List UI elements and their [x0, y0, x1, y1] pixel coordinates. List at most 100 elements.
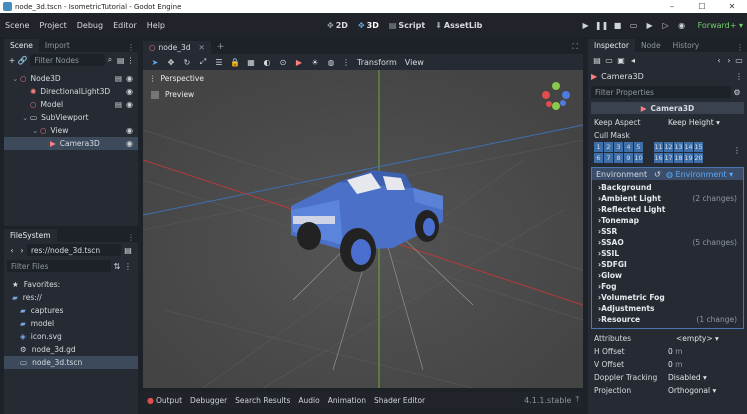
cull-layer-15[interactable]: 15	[694, 142, 703, 152]
expand-arrow-icon[interactable]: ⌄	[12, 74, 20, 83]
group-icon[interactable]: ▦	[243, 58, 259, 67]
env-section-4[interactable]: › SSR	[592, 226, 743, 237]
close-tab-icon[interactable]: ✕	[199, 43, 205, 52]
visibility-eye-icon[interactable]: ◉	[126, 126, 133, 135]
open-icon[interactable]: ▭	[603, 56, 615, 65]
link-icon[interactable]: 🔗	[17, 56, 29, 65]
cull-layer-8[interactable]: 8	[614, 153, 623, 163]
expand-icon[interactable]: ⤒	[575, 395, 579, 405]
tab-history[interactable]: History	[667, 39, 706, 52]
expand-arrow-icon[interactable]: ⌄	[22, 113, 30, 122]
tab-output[interactable]: Output	[156, 396, 182, 405]
back-icon[interactable]: ‹	[7, 246, 17, 255]
menu-dots-icon[interactable]: ⋮	[124, 233, 138, 242]
mode-script-button[interactable]: ▤ Script	[389, 21, 425, 30]
menu-debug[interactable]: Debug	[72, 21, 108, 30]
tab-scene[interactable]: Scene	[4, 39, 39, 52]
cull-layer-16[interactable]: 16	[654, 153, 663, 163]
split-view-icon[interactable]: ▤	[121, 246, 135, 255]
expand-arrow-icon[interactable]: ⌄	[32, 126, 40, 135]
cull-mask-menu-icon[interactable]: ⋮	[733, 146, 741, 155]
select-tool-icon[interactable]: ➤	[147, 58, 163, 67]
cull-layer-2[interactable]: 2	[604, 142, 613, 152]
script-icon[interactable]: ▤	[115, 74, 122, 83]
play-scene-icon[interactable]: ▶	[642, 21, 658, 30]
projection-select[interactable]: Orthogonal ▾	[668, 386, 716, 395]
file-item-4[interactable]: ◈ icon.svg	[4, 330, 138, 343]
keep-aspect-select[interactable]: Keep Height ▾	[668, 118, 720, 127]
visibility-eye-icon[interactable]: ◉	[126, 87, 133, 96]
stop-icon[interactable]: ■	[610, 21, 626, 30]
lock-icon[interactable]: 🔒	[227, 58, 243, 67]
h-offset-field[interactable]: 0 m	[668, 347, 682, 356]
perspective-menu[interactable]: ⋮ Perspective	[149, 74, 204, 83]
scene-instance-icon[interactable]: ▤	[115, 100, 122, 109]
cull-layer-6[interactable]: 6	[594, 153, 603, 163]
env-section-8[interactable]: › Glow	[592, 270, 743, 281]
menu-editor[interactable]: Editor	[108, 21, 142, 30]
transform-menu[interactable]: Transform	[357, 58, 397, 67]
extra-icon[interactable]: ◂	[627, 56, 639, 65]
more-icon[interactable]: ⋮	[126, 56, 135, 65]
tab-node-3d[interactable]: ○ node_3d ✕	[143, 41, 211, 54]
preview-toggle[interactable]: Preview	[151, 90, 194, 99]
env-section-7[interactable]: › SDFGI	[592, 259, 743, 270]
move-tool-icon[interactable]: ✥	[163, 58, 179, 67]
scale-tool-icon[interactable]: ⤢	[195, 57, 211, 67]
file-item-1[interactable]: ▰ res://	[4, 291, 138, 304]
tab-shader-editor[interactable]: Shader Editor	[374, 396, 425, 405]
more-icon[interactable]: ⋮	[339, 58, 353, 67]
env-section-6[interactable]: › SSIL	[592, 248, 743, 259]
mode-assetlib-button[interactable]: ⬇ AssetLib	[435, 21, 482, 30]
local-space-icon[interactable]: ◐	[259, 58, 275, 67]
scene-node-3[interactable]: ⌄ ▭ SubViewport	[4, 111, 138, 124]
tab-node[interactable]: Node	[635, 39, 667, 52]
filter-nodes-input[interactable]: Filter Nodes	[30, 54, 105, 66]
remote-icon[interactable]: ▭	[626, 21, 642, 30]
env-section-12[interactable]: › Resource (1 change)	[592, 314, 743, 325]
save-icon[interactable]: ▣	[615, 56, 627, 65]
menu-project[interactable]: Project	[34, 21, 71, 30]
camera-icon[interactable]: ▶	[291, 58, 307, 67]
mode-3d-button[interactable]: ✥ 3D	[358, 21, 379, 30]
3d-viewport[interactable]: ⋮ Perspective Preview	[143, 70, 583, 388]
tab-search-results[interactable]: Search Results	[235, 396, 290, 405]
env-section-3[interactable]: › Tonemap	[592, 215, 743, 226]
scene-node-1[interactable]: ✺ DirectionalLight3D ◉	[4, 85, 138, 98]
tab-animation[interactable]: Animation	[328, 396, 366, 405]
scene-node-2[interactable]: ○ Model ◉ ▤	[4, 98, 138, 111]
pause-icon[interactable]: ❚❚	[594, 21, 610, 30]
attributes-select[interactable]: <empty> ▾	[676, 334, 719, 343]
cull-layer-3[interactable]: 3	[614, 142, 623, 152]
sort-icon[interactable]: ⇅	[111, 262, 123, 271]
cull-layer-1[interactable]: 1	[594, 142, 603, 152]
scene-node-4[interactable]: ⌄ ○ View ◉	[4, 124, 138, 137]
forward-icon[interactable]: ›	[724, 56, 734, 65]
minimize-icon[interactable]: –	[657, 2, 687, 11]
close-icon[interactable]: ✕	[717, 2, 747, 11]
visibility-eye-icon[interactable]: ◉	[126, 139, 133, 148]
file-item-5[interactable]: ⚙ node_3d.gd	[4, 343, 138, 356]
menu-dots-icon[interactable]: ⋮	[124, 43, 138, 52]
file-item-6[interactable]: ▭ node_3d.tscn	[4, 356, 138, 369]
add-tab-icon[interactable]: +	[211, 40, 231, 54]
reset-icon[interactable]: ↺	[654, 170, 661, 179]
cull-layer-11[interactable]: 11	[654, 142, 663, 152]
env-section-10[interactable]: › Volumetric Fog	[592, 292, 743, 303]
tab-filesystem[interactable]: FileSystem	[4, 229, 57, 242]
doppler-select[interactable]: Disabled ▾	[668, 373, 707, 382]
play-custom-icon[interactable]: ▷	[658, 21, 674, 30]
cull-layer-9[interactable]: 9	[624, 153, 633, 163]
cull-layer-17[interactable]: 17	[664, 153, 673, 163]
environment-resource[interactable]: ◍ Environment ▾	[666, 170, 733, 179]
tab-import[interactable]: Import	[39, 39, 76, 52]
cull-layer-14[interactable]: 14	[684, 142, 693, 152]
cull-layer-7[interactable]: 7	[604, 153, 613, 163]
scene-node-5[interactable]: ▶ Camera3D ◉	[4, 137, 138, 150]
rotate-tool-icon[interactable]: ↻	[179, 58, 195, 67]
tab-debugger[interactable]: Debugger	[190, 396, 227, 405]
back-icon[interactable]: ‹	[714, 56, 724, 65]
environment-icon[interactable]: ◍	[323, 58, 339, 67]
sun-icon[interactable]: ☀	[307, 58, 323, 67]
cull-layer-4[interactable]: 4	[624, 142, 633, 152]
